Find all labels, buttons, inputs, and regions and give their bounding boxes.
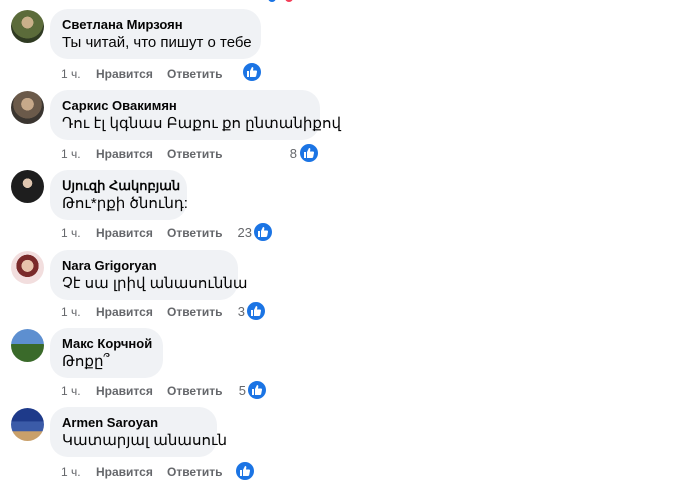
comment-author[interactable]: Սյուզի Հակոբյան	[62, 178, 180, 194]
like-reaction-icon	[268, 0, 276, 2]
avatar[interactable]	[11, 408, 44, 441]
comment-actions: 1 ч. Нравится Ответить	[61, 146, 222, 162]
comment-text: Թու*րքի ծնունդ:	[62, 195, 188, 212]
reply-button[interactable]: Ответить	[167, 146, 222, 162]
comment-text: Թոքը՞	[62, 353, 110, 370]
comment-actions: 1 ч. Нравится Ответить	[61, 66, 222, 82]
comment-text: Դու էլ կգնաս Բաքու քո ընտանիքով	[62, 115, 341, 132]
comment-actions: 1 ч. Нравится Ответить	[61, 225, 222, 241]
reaction-count[interactable]: 3	[231, 304, 245, 320]
comment-bubble: Nara Grigoryan Չէ սա լրիվ անասուննա	[50, 250, 248, 300]
reaction-count[interactable]: 23	[230, 225, 252, 241]
like-button[interactable]: Нравится	[96, 66, 167, 82]
thumbs-up-icon[interactable]	[247, 380, 267, 400]
thumbs-up-icon[interactable]	[253, 222, 273, 242]
avatar[interactable]	[11, 329, 44, 362]
comment-actions: 1 ч. Нравится Ответить	[61, 383, 222, 399]
avatar[interactable]	[11, 170, 44, 203]
comment-text: Կատարյալ անասուն	[62, 432, 228, 449]
thumbs-up-icon[interactable]	[299, 143, 319, 163]
like-button[interactable]: Нравится	[96, 383, 167, 399]
thumbs-up-icon[interactable]	[246, 301, 266, 321]
reply-button[interactable]: Ответить	[167, 383, 222, 399]
comment-text: Ты читай, что пишут о тебе	[62, 34, 252, 51]
like-button[interactable]: Нравится	[96, 225, 167, 241]
avatar[interactable]	[11, 251, 44, 284]
thumbs-up-icon[interactable]	[235, 461, 255, 481]
comment-author[interactable]: Armen Saroyan	[62, 415, 205, 431]
comment-bubble: Макс Корчной Թոքը՞	[50, 328, 163, 378]
comment-bubble: Սյուզի Հակոբյան Թու*րքի ծնունդ:	[50, 170, 188, 220]
comment-time[interactable]: 1 ч.	[61, 383, 96, 399]
thumbs-up-icon[interactable]	[242, 62, 262, 82]
comment-actions: 1 ч. Нравится Ответить	[61, 304, 222, 320]
love-reaction-icon	[285, 0, 293, 2]
reaction-count[interactable]: 5	[232, 383, 246, 399]
like-button[interactable]: Нравится	[96, 304, 167, 320]
reply-button[interactable]: Ответить	[167, 464, 222, 480]
reply-button[interactable]: Ответить	[167, 304, 222, 320]
reply-button[interactable]: Ответить	[167, 66, 222, 82]
comment-bubble: Armen Saroyan Կատարյալ անասուն	[50, 407, 228, 457]
comment-author[interactable]: Светлана Мирзоян	[62, 17, 249, 33]
comment-time[interactable]: 1 ч.	[61, 225, 96, 241]
comment-author[interactable]: Nara Grigoryan	[62, 258, 226, 274]
reaction-count[interactable]: 8	[282, 146, 297, 162]
comment-time[interactable]: 1 ч.	[61, 66, 96, 82]
comment-bubble: Саркис Овакимян Դու էլ կգնաս Բաքու քո ըն…	[50, 90, 341, 140]
comment-time[interactable]: 1 ч.	[61, 464, 96, 480]
avatar[interactable]	[11, 10, 44, 43]
comment-author[interactable]: Макс Корчной	[62, 336, 152, 352]
avatar[interactable]	[11, 91, 44, 124]
like-button[interactable]: Нравится	[96, 464, 167, 480]
comment-time[interactable]: 1 ч.	[61, 304, 96, 320]
comment-author[interactable]: Саркис Овакимян	[62, 98, 308, 114]
reply-button[interactable]: Ответить	[167, 225, 222, 241]
comment-text: Չէ սա լրիվ անասուննա	[62, 275, 248, 292]
comment-bubble: Светлана Мирзоян Ты читай, что пишут о т…	[50, 9, 261, 59]
like-button[interactable]: Нравится	[96, 146, 167, 162]
comment-time[interactable]: 1 ч.	[61, 146, 96, 162]
comment-actions: 1 ч. Нравится Ответить	[61, 464, 222, 480]
